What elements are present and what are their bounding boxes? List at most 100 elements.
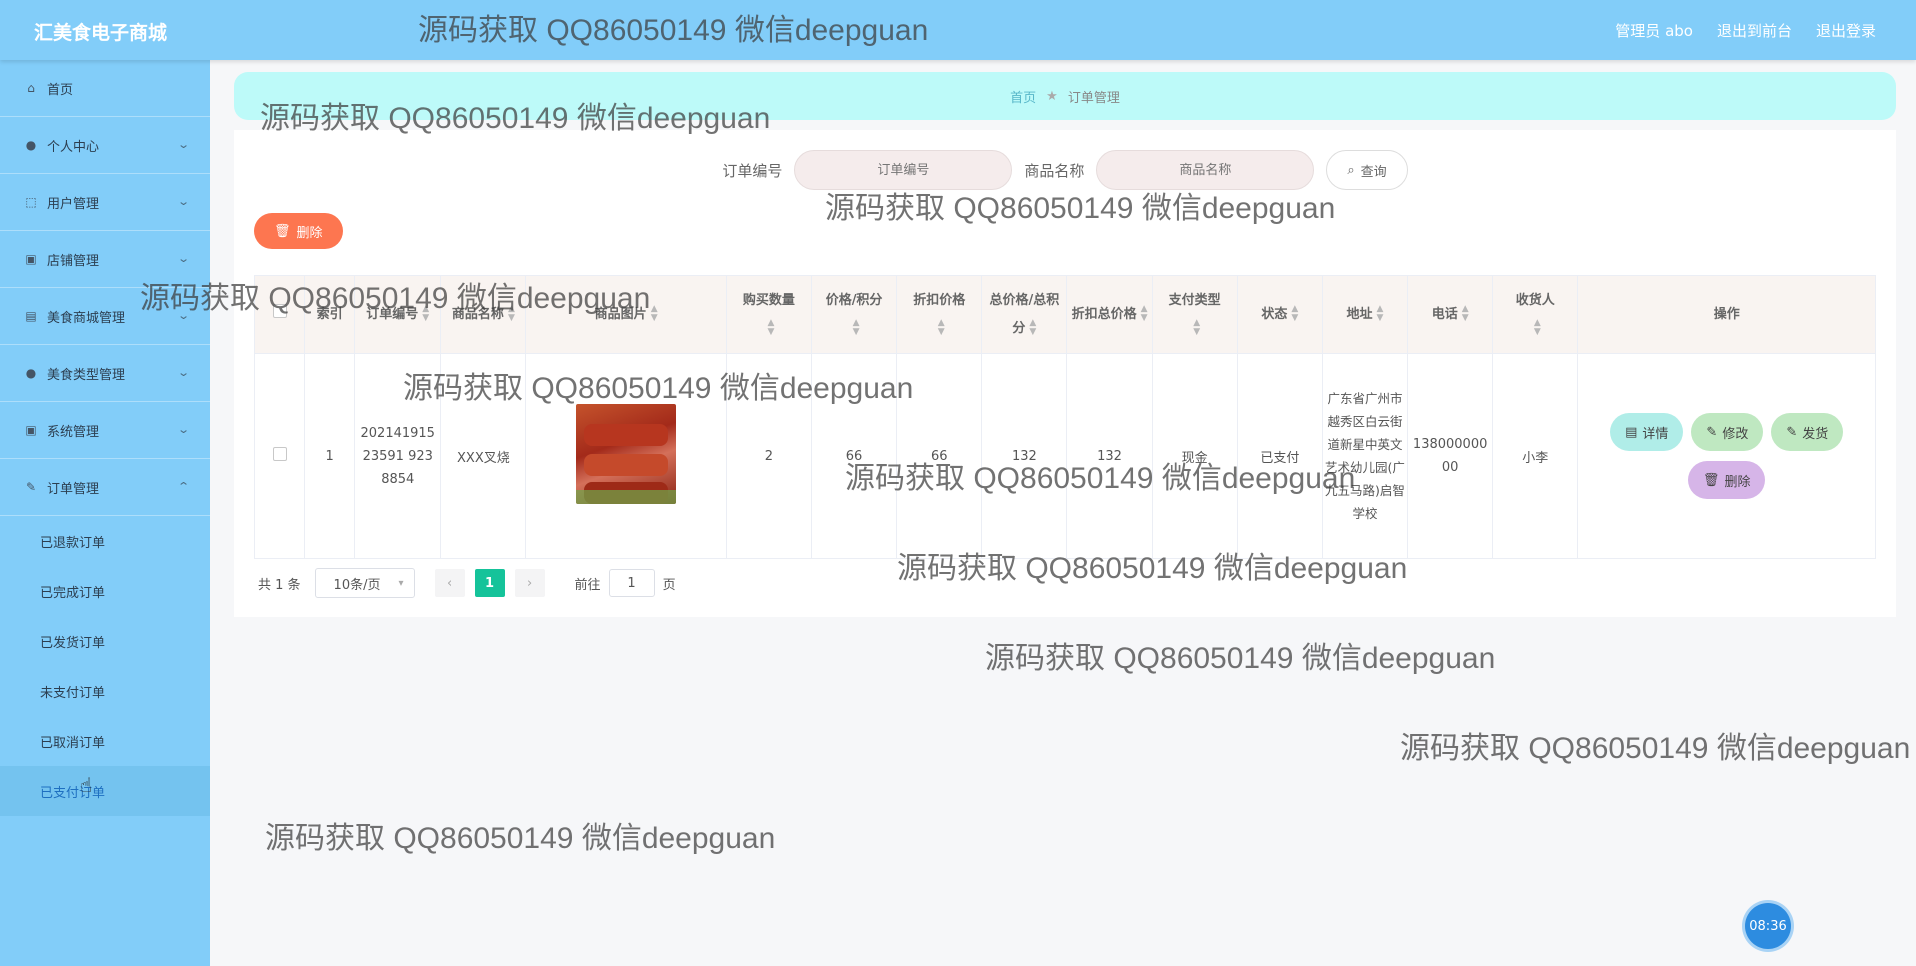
sidebar-item-personal[interactable]: ● 个人中心 ⌄ [0, 117, 210, 174]
row-select-cell[interactable] [253, 353, 306, 559]
breadcrumb: 首页 ★ 订单管理 [234, 72, 1896, 120]
col-price[interactable]: 价格/积分 ▲ ▼ [810, 275, 898, 354]
order-no-input[interactable] [794, 150, 1013, 190]
goto-suffix: 页 [662, 577, 676, 593]
sidebar-sub-paid[interactable]: 已支付订单 [0, 766, 210, 816]
col-discount-price[interactable]: 折扣价格 ▲ ▼ [896, 275, 983, 354]
user-icon: ● [25, 138, 37, 152]
batch-delete-button[interactable]: 🗑 删除 [254, 213, 343, 249]
col-phone-label: 电话 [1431, 306, 1458, 322]
system-icon: ▣ [25, 423, 37, 437]
sort-icon[interactable]: ▲ ▼ [1377, 305, 1384, 323]
col-discount-total-label: 折扣总价格 [1071, 306, 1137, 322]
sidebar-item-system[interactable]: ▣ 系统管理 ⌄ [0, 402, 210, 459]
cell-pay-type: 现金 [1151, 353, 1238, 559]
sort-icon[interactable]: ▲ ▼ [1029, 319, 1036, 337]
main-panel: 订单编号 商品名称 ⌕ 查询 🗑 删除 索引 订单编号▲▼ 商品名称▲▼ 商品图… [234, 130, 1896, 617]
logout-link[interactable]: 退出登录 [1816, 20, 1876, 41]
chevron-down-icon: ⌄ [176, 195, 190, 208]
sidebar-item-home[interactable]: ⌂ 首页 [0, 60, 210, 117]
sidebar-item-food-type[interactable]: ● 美食类型管理 ⌄ [0, 345, 210, 402]
row-delete-button[interactable]: 🗑 删除 [1687, 461, 1766, 499]
col-receiver[interactable]: 收货人 ▲ ▼ [1492, 275, 1579, 354]
sidebar-sub-completed[interactable]: 已完成订单 [0, 566, 210, 616]
col-discount-price-label: 折扣价格 [913, 292, 966, 308]
cell-status: 已支付 [1236, 353, 1323, 559]
sidebar-item-orders[interactable]: ✎ 订单管理 ⌃ [0, 459, 210, 516]
sidebar-sub-cancelled[interactable]: 已取消订单 [0, 716, 210, 766]
cell-actions: ▤ 详情 ✎ 修改 ✎ 发货 🗑 删除 [1577, 353, 1876, 559]
col-product-name[interactable]: 商品名称 ▲ ▼ [440, 275, 527, 354]
sort-icon[interactable]: ▲ ▼ [508, 305, 515, 323]
sidebar: ⌂ 首页 ● 个人中心 ⌄ ⬚ 用户管理 ⌄ ▣ 店铺管理 ⌄ ▤ 美食商城管理… [0, 60, 210, 966]
clock-badge[interactable]: 08:36 [1745, 903, 1791, 949]
product-image[interactable] [576, 404, 677, 504]
sort-icon[interactable]: ▲ ▼ [651, 305, 658, 323]
pencil-icon: ✎ [1786, 424, 1798, 440]
next-page-button[interactable]: › [514, 569, 545, 597]
cell-discount-price: 66 [896, 353, 983, 559]
query-button[interactable]: ⌕ 查询 [1326, 150, 1408, 190]
trash-icon: 🗑 [274, 223, 291, 239]
col-phone[interactable]: 电话 ▲ ▼ [1407, 275, 1494, 354]
detail-button[interactable]: ▤ 详情 [1610, 413, 1684, 451]
pagination: 共 1 条 10条/页 ▾ ‹ 1 › 前往 页 [258, 568, 676, 598]
to-front-link[interactable]: 退出到前台 [1717, 20, 1792, 41]
detail-button-label: 详情 [1642, 426, 1669, 442]
select-all-checkbox[interactable] [272, 303, 287, 318]
breadcrumb-home[interactable]: 首页 [1010, 87, 1036, 106]
sidebar-item-users[interactable]: ⬚ 用户管理 ⌄ [0, 174, 210, 231]
col-order-no[interactable]: 订单编号 ▲ ▼ [354, 275, 442, 354]
col-price-label: 价格/积分 [825, 292, 883, 308]
col-address-label: 地址 [1346, 306, 1373, 322]
prev-page-button[interactable]: ‹ [434, 569, 465, 597]
sidebar-item-shop[interactable]: ▣ 店铺管理 ⌄ [0, 231, 210, 288]
col-pay-type[interactable]: 支付类型 ▲ ▼ [1151, 275, 1238, 354]
col-index: 索引 [304, 275, 356, 354]
col-qty-label: 购买数量 [742, 292, 795, 308]
sort-icon[interactable]: ▲ ▼ [1291, 305, 1298, 323]
sort-icon[interactable]: ▲ ▼ [938, 319, 945, 337]
batch-delete-label: 删除 [296, 225, 323, 241]
sort-icon[interactable]: ▲ ▼ [1462, 305, 1469, 323]
search-row: 订单编号 商品名称 ⌕ 查询 [234, 150, 1896, 190]
sidebar-item-food-store[interactable]: ▤ 美食商城管理 ⌄ [0, 288, 210, 345]
chevron-left-icon: ‹ [446, 575, 453, 591]
row-actions: ▤ 详情 ✎ 修改 ✎ 发货 🗑 删除 [1582, 413, 1871, 499]
select-all-cell[interactable] [253, 275, 306, 354]
sidebar-item-label: 个人中心 [47, 139, 100, 155]
col-product-image[interactable]: 商品图片 ▲ ▼ [525, 275, 727, 354]
col-status[interactable]: 状态 ▲ ▼ [1236, 275, 1323, 354]
trash-icon: 🗑 [1702, 472, 1720, 488]
sidebar-sub-shipped[interactable]: 已发货订单 [0, 616, 210, 666]
watermark-text: 源码获取 QQ86050149 微信deepguan [265, 822, 776, 855]
edit-button[interactable]: ✎ 修改 [1691, 413, 1764, 451]
sort-icon[interactable]: ▲ ▼ [1141, 305, 1148, 323]
goto-prefix: 前往 [574, 577, 601, 593]
hand-cursor-icon: ☝ [80, 773, 93, 797]
sidebar-sub-refunded[interactable]: 已退款订单 [0, 516, 210, 566]
cell-total: 132 [981, 353, 1068, 559]
cell-qty: 2 [725, 353, 812, 559]
sort-icon[interactable]: ▲ ▼ [1193, 319, 1200, 337]
row-checkbox[interactable] [272, 447, 287, 461]
goto-page-input[interactable] [608, 569, 655, 597]
sort-icon[interactable]: ▲ ▼ [422, 305, 429, 323]
top-header: 汇美食电子商城 管理员 abo 退出到前台 退出登录 [0, 0, 1916, 60]
chevron-down-icon: ▾ [398, 577, 404, 589]
product-name-label: 商品名称 [1024, 161, 1085, 180]
col-total[interactable]: 总价格/总积分 ▲ ▼ [981, 275, 1068, 354]
order-no-label: 订单编号 [722, 161, 783, 180]
sidebar-sub-unpaid[interactable]: 未支付订单 [0, 666, 210, 716]
sort-icon[interactable]: ▲ ▼ [853, 319, 860, 337]
col-discount-total[interactable]: 折扣总价格 ▲ ▼ [1066, 275, 1153, 354]
page-number-current[interactable]: 1 [474, 569, 505, 597]
sort-icon[interactable]: ▲ ▼ [1534, 319, 1541, 337]
page-size-select[interactable]: 10条/页 ▾ [314, 568, 415, 598]
product-name-input[interactable] [1096, 150, 1315, 190]
cell-order-no: 20214191523591 9238854 [354, 353, 442, 559]
col-address[interactable]: 地址 ▲ ▼ [1321, 275, 1409, 354]
col-qty[interactable]: 购买数量 ▲ ▼ [725, 275, 812, 354]
ship-button[interactable]: ✎ 发货 [1771, 413, 1844, 451]
sort-icon[interactable]: ▲ ▼ [767, 319, 774, 337]
